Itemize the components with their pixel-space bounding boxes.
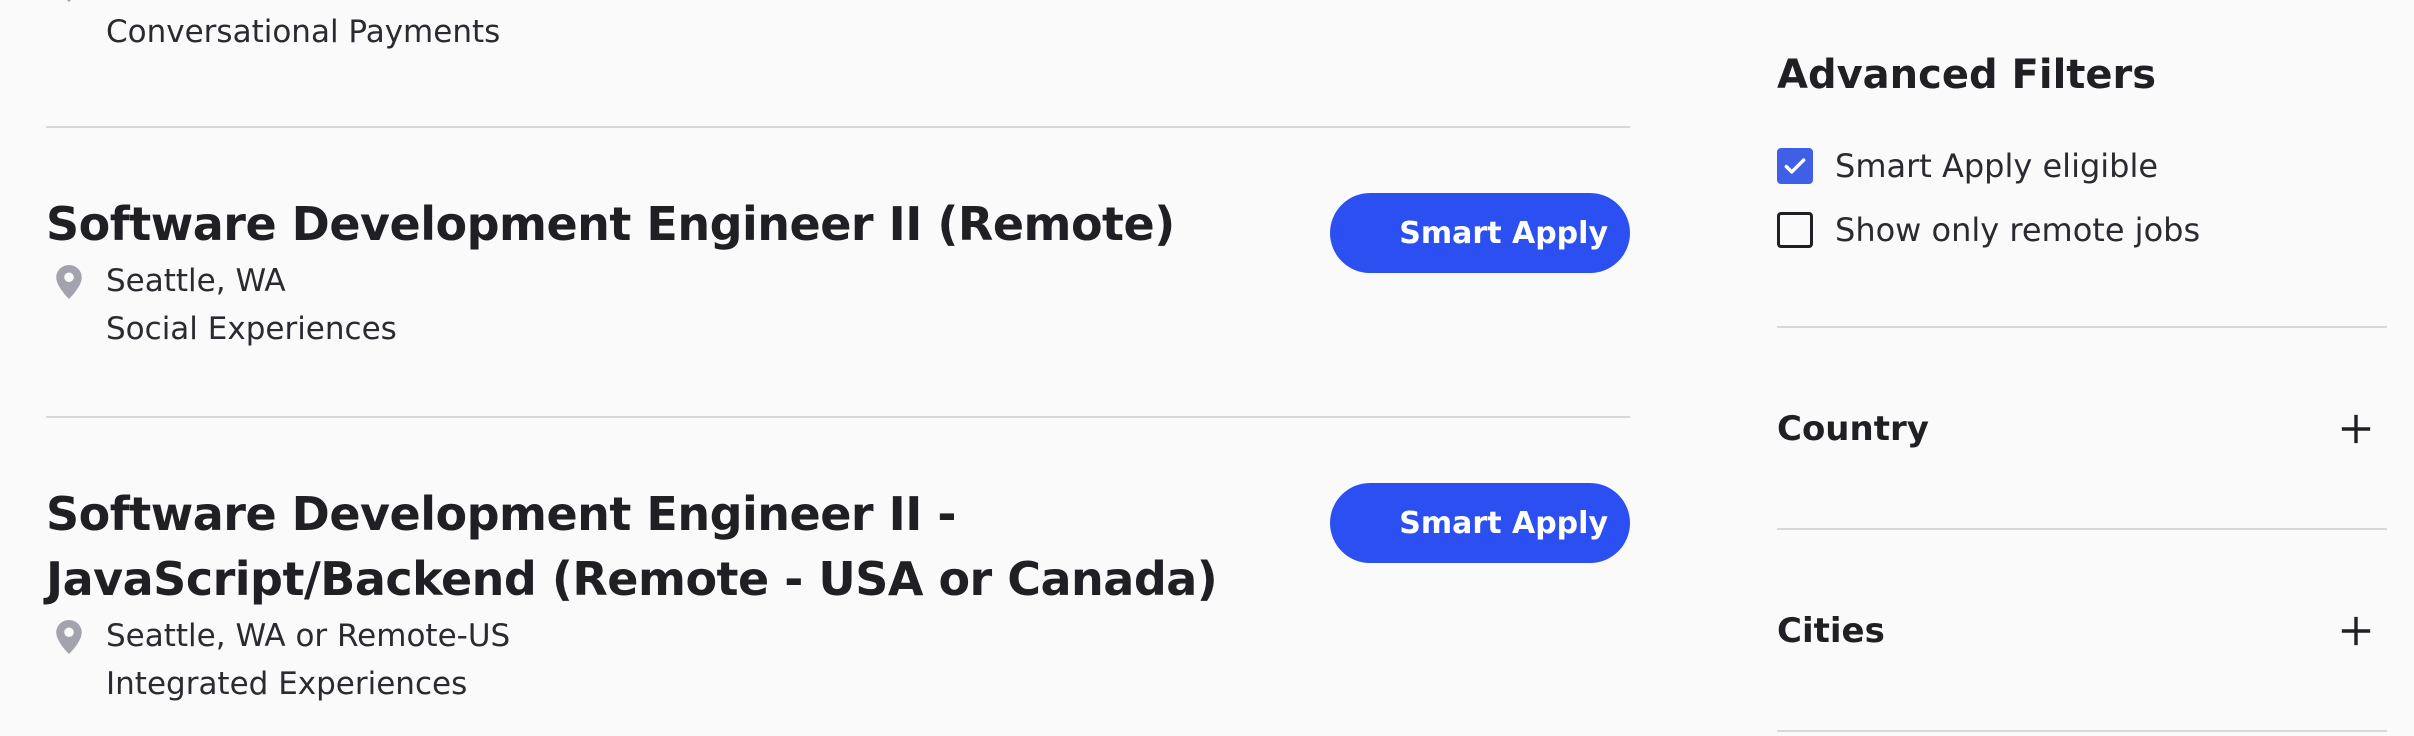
smart-apply-button[interactable]: Smart Apply [1330, 193, 1630, 273]
list-divider [46, 126, 1630, 128]
list-divider [46, 416, 1630, 418]
job-team: Social Experiences [106, 311, 397, 347]
advanced-filters-panel: Advanced Filters Smart Apply eligible Sh… [1777, 0, 2387, 736]
checkbox-label: Show only remote jobs [1835, 211, 2201, 249]
map-pin-icon [56, 265, 82, 299]
plus-icon [2341, 616, 2371, 646]
cities-filter-toggle[interactable]: Cities [1777, 596, 2387, 666]
checkbox-unchecked[interactable] [1777, 212, 1813, 248]
job-title[interactable]: Software Development Engineer II - JavaS… [46, 482, 1246, 612]
job-listing[interactable]: New York Conversational Payments [46, 0, 1630, 56]
job-location: Seattle, WA or Remote-US [106, 618, 511, 654]
checkbox-label: Smart Apply eligible [1835, 147, 2159, 185]
job-title-line: Software Development Engineer II - [46, 487, 956, 541]
filters-title: Advanced Filters [1777, 52, 2157, 98]
map-pin-icon [67, 0, 71, 2]
checkbox-checked[interactable] [1777, 148, 1813, 184]
job-location: New York [106, 0, 1630, 8]
job-meta: New York Conversational Payments [46, 0, 1630, 56]
job-team: Integrated Experiences [106, 666, 468, 702]
plus-icon [2341, 414, 2371, 444]
page: New York Conversational Payments Softwar… [0, 0, 2414, 736]
job-meta: Seattle, WA or Remote-US Integrated Expe… [46, 612, 1630, 708]
smart-apply-button[interactable]: Smart Apply [1330, 483, 1630, 563]
remote-only-filter[interactable]: Show only remote jobs [1777, 210, 2200, 250]
job-list: New York Conversational Payments Softwar… [46, 0, 1630, 736]
accordion-label: Country [1777, 409, 1929, 449]
job-listing[interactable]: Software Development Engineer II (Remote… [46, 192, 1630, 353]
filter-divider [1777, 730, 2387, 732]
job-listing[interactable]: Software Development Engineer II - JavaS… [46, 482, 1630, 708]
job-team: Conversational Payments [106, 14, 501, 50]
accordion-label: Cities [1777, 611, 1885, 651]
country-filter-toggle[interactable]: Country [1777, 394, 2387, 464]
job-title[interactable]: Software Development Engineer II (Remote… [46, 192, 1246, 257]
filter-divider [1777, 528, 2387, 530]
job-title-line: JavaScript/Backend (Remote - USA or Cana… [46, 552, 1218, 606]
map-pin-icon [56, 620, 82, 654]
filter-divider [1777, 326, 2387, 328]
smart-apply-eligible-filter[interactable]: Smart Apply eligible [1777, 146, 2158, 186]
check-icon [1784, 158, 1806, 174]
